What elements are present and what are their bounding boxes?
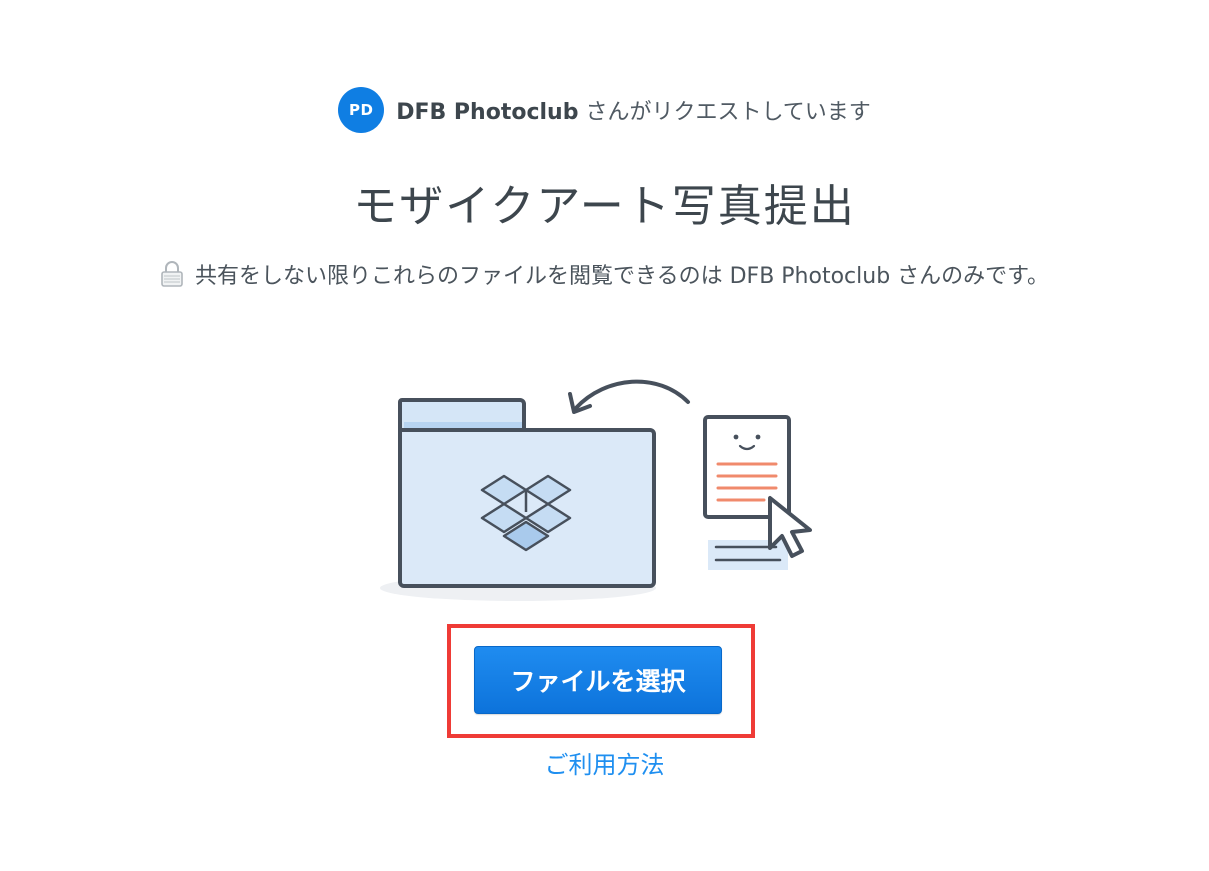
lock-icon — [161, 261, 183, 287]
requester-text: DFB Photoclub さんがリクエストしています — [396, 94, 871, 126]
requester-name: DFB Photoclub — [396, 100, 579, 125]
privacy-notice: 共有をしない限りこれらのファイルを閲覧できるのは DFB Photoclub さ… — [130, 255, 1080, 299]
help-link[interactable]: ご利用方法 — [0, 745, 1209, 780]
upload-illustration — [380, 379, 812, 601]
requester-avatar: PD — [338, 87, 385, 133]
privacy-text: 共有をしない限りこれらのファイルを閲覧できるのは DFB Photoclub さ… — [195, 264, 1049, 289]
page-title: モザイクアート写真提出 — [353, 181, 856, 232]
requester-suffix: さんがリクエストしています — [578, 100, 871, 125]
arrow-icon — [568, 379, 690, 414]
requester-banner: PD DFB Photoclub さんがリクエストしています — [0, 87, 1209, 133]
choose-files-button[interactable]: ファイルを選択 — [474, 646, 722, 714]
